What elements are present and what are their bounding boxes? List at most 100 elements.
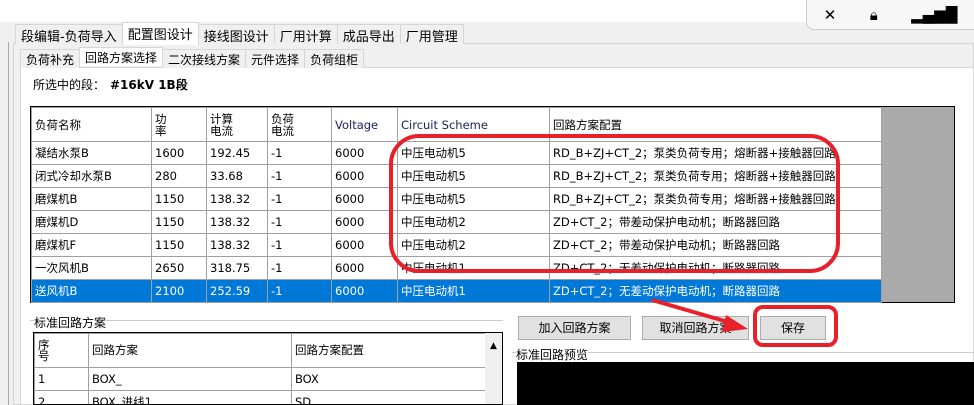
column-header: Circuit Scheme <box>397 107 550 142</box>
table-cell[interactable]: 6000 <box>331 187 398 211</box>
table-cell[interactable]: 6000 <box>331 279 398 303</box>
tab-component[interactable]: 元件选择 <box>245 49 306 68</box>
table-cell[interactable]: 6000 <box>331 233 398 257</box>
table-cell[interactable]: 6000 <box>331 256 398 280</box>
tab-wiring-design[interactable]: 接线图设计 <box>197 24 275 45</box>
table-cell[interactable]: SD <box>291 390 488 404</box>
column-header: 序 号 <box>34 333 89 368</box>
table-cell[interactable]: BOX_ <box>88 367 292 391</box>
segment-value: #16kV 1B段 <box>110 78 188 92</box>
table-cell[interactable]: ZD+CT_2；无差动保护电动机；断路器回路 <box>549 256 882 280</box>
tab-load-supplement[interactable]: 负荷补充 <box>20 49 81 68</box>
table-row[interactable]: 磨煤机B 1150 138.32 -1 6000 中压电动机5 RD_B+ZJ+CT_2；泵… <box>31 187 882 211</box>
column-header: 计算 电流 <box>206 107 268 142</box>
table-row[interactable]: 2 BOX_进线1 SD <box>34 390 488 404</box>
table-cell[interactable]: 2 <box>34 390 89 404</box>
column-header: 负荷名称 <box>31 107 152 142</box>
add-scheme-button[interactable]: 加入回路方案 <box>518 316 631 340</box>
pin-off-icon[interactable]: ✕ <box>824 6 837 24</box>
table-cell[interactable]: 1 <box>34 367 89 391</box>
table-row[interactable]: 磨煤机F 1150 138.32 -1 6000 中压电动机2 ZD+CT_2；带差动保护电… <box>31 233 882 257</box>
column-header: 回路方案配置 <box>549 107 882 142</box>
sub-tabs: 负荷补充 回路方案选择 二次接线方案 元件选择 负荷组柜 <box>20 47 365 68</box>
tab-secondary-wiring[interactable]: 二次接线方案 <box>162 49 247 68</box>
table-cell[interactable]: 252.59 <box>206 279 268 303</box>
table-row[interactable]: 送风机B 2100 252.59 -1 6000 中压电动机1 ZD+CT_2；无差动保护电… <box>31 279 882 303</box>
tab-load-cabinet[interactable]: 负荷组柜 <box>304 49 365 68</box>
table-cell[interactable]: 中压电动机5 <box>397 164 550 188</box>
table-row[interactable]: 凝结水泵B 1600 192.45 -1 6000 中压电动机5 RD_B+ZJ+CT_2；… <box>31 141 882 165</box>
table-cell[interactable]: BOX <box>291 367 488 391</box>
table-cell[interactable]: 闭式冷却水泵B <box>31 164 152 188</box>
table-cell[interactable]: 中压电动机2 <box>397 233 550 257</box>
tab-aux-manage[interactable]: 厂用管理 <box>399 24 464 45</box>
table-row[interactable]: 1 BOX_ BOX <box>34 367 488 391</box>
table-cell[interactable]: 138.32 <box>206 187 268 211</box>
table-cell[interactable]: -1 <box>267 210 332 234</box>
table-cell[interactable]: 1600 <box>151 141 207 165</box>
table-cell[interactable]: 中压电动机1 <box>397 279 550 303</box>
table-cell[interactable]: 6000 <box>331 210 398 234</box>
table-cell[interactable]: -1 <box>267 164 332 188</box>
table-cell[interactable]: 磨煤机F <box>31 233 152 257</box>
signal-icon[interactable]: ▂▄▆█ <box>911 6 957 24</box>
table-cell[interactable]: 1150 <box>151 210 207 234</box>
table-cell[interactable]: -1 <box>267 256 332 280</box>
tab-layout-design[interactable]: 配置图设计 <box>121 22 199 45</box>
table-cell[interactable]: 磨煤机D <box>31 210 152 234</box>
table-cell[interactable]: 一次风机B <box>31 256 152 280</box>
table-cell[interactable]: 凝结水泵B <box>31 141 152 165</box>
table-cell[interactable]: 33.68 <box>206 164 268 188</box>
table-row[interactable]: 闭式冷却水泵B 280 33.68 -1 6000 中压电动机5 RD_B+ZJ+CT_2；… <box>31 164 882 188</box>
scroll-up-icon[interactable]: ▲ <box>485 333 502 351</box>
vertical-scrollbar[interactable]: ▲ <box>485 333 502 404</box>
table-cell[interactable]: ZD+CT_2；带差动保护电动机；断路器回路 <box>549 233 882 257</box>
cancel-scheme-button[interactable]: 取消回路方案 <box>642 316 749 340</box>
segment-label: 所选中的段： <box>33 78 106 92</box>
table-cell[interactable]: 318.75 <box>206 256 268 280</box>
table-cell[interactable]: RD_B+ZJ+CT_2；泵类负荷专用；熔断器+接触器回路 <box>549 164 882 188</box>
table-row[interactable]: 一次风机B 2650 318.75 -1 6000 中压电动机1 ZD+CT_2；无差动保护… <box>31 256 882 280</box>
save-button[interactable]: 保存 <box>760 316 826 340</box>
load-table: 负荷名称功 率计算 电流 负荷 电流 Voltage Circuit Scheme 回路… <box>30 106 955 303</box>
table-cell[interactable]: 138.32 <box>206 233 268 257</box>
table-cell[interactable]: BOX_进线1 <box>88 390 292 404</box>
standard-scheme-table: 序 号回路方案 回路方案配置 1 BOX_ BOX 2 BOX_进线1 SD ▲ <box>33 332 503 405</box>
table-cell[interactable]: -1 <box>267 279 332 303</box>
system-tray: ✕ 🔒︎ ▂▄▆█ <box>806 0 974 30</box>
table-cell[interactable]: -1 <box>267 187 332 211</box>
table-row[interactable]: 磨煤机D 1150 138.32 -1 6000 中压电动机2 ZD+CT_2；带差动保护电… <box>31 210 882 234</box>
table-cell[interactable]: 6000 <box>331 164 398 188</box>
table-cell[interactable]: 1150 <box>151 233 207 257</box>
table-cell[interactable]: 中压电动机5 <box>397 187 550 211</box>
table-cell[interactable]: 192.45 <box>206 141 268 165</box>
column-header: 回路方案配置 <box>291 333 488 368</box>
table-cell[interactable]: -1 <box>267 233 332 257</box>
table-cell[interactable]: 280 <box>151 164 207 188</box>
preview-title: 标准回路预览 <box>516 346 589 363</box>
table-cell[interactable]: 2100 <box>151 279 207 303</box>
table-cell[interactable]: 中压电动机5 <box>397 141 550 165</box>
left-panel-edge <box>0 42 9 405</box>
table-cell[interactable]: 1150 <box>151 187 207 211</box>
table-cell[interactable]: RD_B+ZJ+CT_2；泵类负荷专用；熔断器+接触器回路 <box>549 141 882 165</box>
table-cell[interactable]: 2650 <box>151 256 207 280</box>
table-cell[interactable]: 中压电动机1 <box>397 256 550 280</box>
tab-aux-calc[interactable]: 厂用计算 <box>273 24 338 45</box>
tab-export[interactable]: 成品导出 <box>336 24 401 45</box>
table-cell[interactable]: 6000 <box>331 141 398 165</box>
table-cell[interactable]: 磨煤机B <box>31 187 152 211</box>
table-cell[interactable]: RD_B+ZJ+CT_2；泵类负荷专用；熔断器+接触器回路 <box>549 187 882 211</box>
table-cell[interactable]: 138.32 <box>206 210 268 234</box>
table-cell[interactable]: ZD+CT_2；无差动保护电动机；断路器回路 <box>549 279 882 303</box>
table-cell[interactable]: 送风机B <box>31 279 152 303</box>
table-cell[interactable]: 中压电动机2 <box>397 210 550 234</box>
table-cell[interactable]: -1 <box>267 141 332 165</box>
column-header: Voltage <box>331 107 398 142</box>
lock-icon[interactable]: 🔒︎ <box>870 6 878 24</box>
column-header: 功 率 <box>151 107 207 142</box>
tab-circuit-scheme[interactable]: 回路方案选择 <box>79 47 164 66</box>
tab-segment-edit[interactable]: 段编辑-负荷导入 <box>15 24 123 45</box>
table-cell[interactable]: ZD+CT_2；带差动保护电动机；断路器回路 <box>549 210 882 234</box>
column-header: 负荷 电流 <box>267 107 332 142</box>
